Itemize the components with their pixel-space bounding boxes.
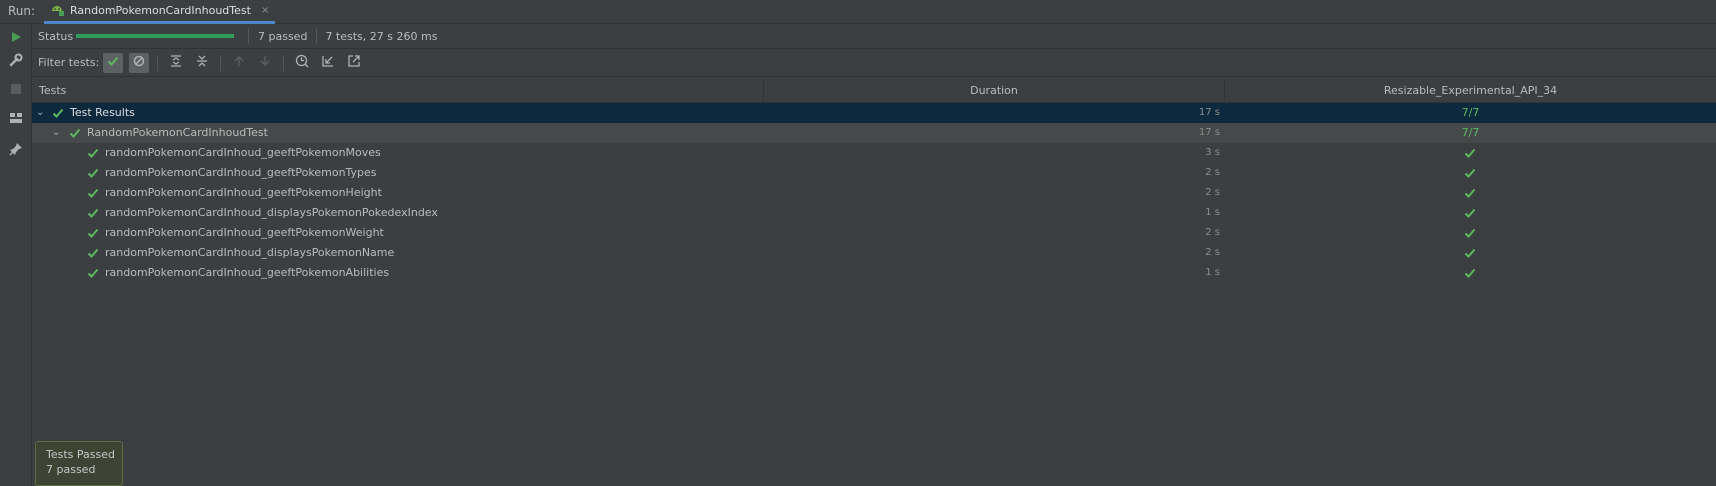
results-table-header: Tests Duration Resizable_Experimental_AP…: [32, 80, 1716, 103]
device-result: 7/7: [1461, 106, 1480, 119]
test-name: randomPokemonCardInhoud_geeftPokemonAbil…: [105, 266, 390, 279]
check-icon: [87, 243, 99, 263]
toolbar-separator: [220, 54, 222, 71]
test-name: randomPokemonCardInhoud_displaysPokemonN…: [105, 246, 395, 259]
pass-check-icon: [1464, 163, 1476, 183]
tree-row-label: RandomPokemonCardInhoudTest: [87, 126, 268, 139]
export-icon: [348, 55, 360, 70]
import-icon: [322, 55, 334, 70]
notification-title: Tests Passed: [46, 448, 115, 461]
tree-row-suite[interactable]: ⌄ RandomPokemonCardInhoudTest 17 s 7/7: [32, 123, 1716, 143]
wrench-icon[interactable]: [8, 52, 24, 68]
duration-value: 17 s: [1198, 107, 1220, 118]
duration-value: 2 s: [1205, 187, 1220, 198]
check-icon: [87, 143, 99, 163]
check-icon: [69, 123, 81, 143]
arrow-up-icon: [233, 55, 245, 70]
arrow-down-icon: [259, 55, 271, 70]
pass-check-icon: [1464, 263, 1476, 283]
device-result: 7/7: [1461, 126, 1480, 139]
check-icon: [87, 183, 99, 203]
column-header-device[interactable]: Resizable_Experimental_API_34: [1225, 80, 1716, 102]
tree-row-test[interactable]: randomPokemonCardInhoud_displaysPokemonP…: [32, 203, 1716, 223]
column-header-duration[interactable]: Duration: [764, 80, 1224, 102]
pass-check-icon: [1464, 203, 1476, 223]
check-icon: [87, 203, 99, 223]
tree-row-label: Test Results: [70, 106, 135, 119]
test-name: randomPokemonCardInhoud_geeftPokemonType…: [105, 166, 377, 179]
ignored-icon: [133, 55, 145, 70]
duration-value: 3 s: [1205, 147, 1220, 158]
tree-row-test[interactable]: randomPokemonCardInhoud_geeftPokemonWeig…: [32, 223, 1716, 243]
progress-fill: [76, 34, 234, 38]
layout-icon[interactable]: [8, 110, 24, 126]
duration-value: 1 s: [1205, 267, 1220, 278]
left-toolbar: [0, 24, 32, 486]
pass-check-icon: [1464, 183, 1476, 203]
check-icon: [52, 103, 64, 123]
show-passed-toggle[interactable]: [103, 52, 124, 73]
rerun-icon[interactable]: [8, 29, 24, 45]
tree-row-test[interactable]: randomPokemonCardInhoud_geeftPokemonType…: [32, 163, 1716, 183]
toolbar-separator: [157, 54, 159, 71]
test-name: randomPokemonCardInhoud_displaysPokemonP…: [105, 206, 438, 219]
show-ignored-toggle[interactable]: [129, 52, 150, 73]
duration-value: 2 s: [1205, 167, 1220, 178]
check-icon: [87, 223, 99, 243]
check-icon: [107, 55, 119, 70]
pin-icon[interactable]: [8, 141, 24, 157]
column-header-tests[interactable]: Tests: [39, 80, 66, 102]
next-failed-button[interactable]: [255, 53, 275, 73]
pass-check-icon: [1464, 143, 1476, 163]
tree-row-test[interactable]: randomPokemonCardInhoud_displaysPokemonN…: [32, 243, 1716, 263]
tree-row-test[interactable]: randomPokemonCardInhoud_geeftPokemonHeig…: [32, 183, 1716, 203]
notification-body: 7 passed: [46, 463, 96, 476]
check-icon: [87, 263, 99, 283]
filter-label: Filter tests:: [38, 56, 100, 69]
pass-check-icon: [1464, 243, 1476, 263]
expand-all-icon: [170, 55, 182, 70]
test-name: randomPokemonCardInhoud_geeftPokemonHeig…: [105, 186, 382, 199]
tab-run-configuration[interactable]: RandomPokemonCardInhoudTest ×: [44, 0, 276, 24]
tests-passed-notification[interactable]: Tests Passed 7 passed: [35, 441, 123, 486]
tree-row-test-results[interactable]: ⌄ Test Results 17 s 7/7: [32, 103, 1716, 123]
tests-summary: 7 tests, 27 s 260 ms: [325, 29, 438, 43]
divider: [316, 28, 318, 44]
toolbar-separator: [283, 54, 285, 71]
expand-all-button[interactable]: [166, 53, 186, 73]
duration-value: 1 s: [1205, 207, 1220, 218]
collapse-all-button[interactable]: [192, 53, 212, 73]
test-history-button[interactable]: [292, 53, 312, 73]
pass-check-icon: [1464, 223, 1476, 243]
close-icon[interactable]: ×: [261, 5, 269, 16]
status-label: Status: [38, 29, 74, 43]
import-tests-button[interactable]: [318, 53, 338, 73]
status-bar: Status 7 passed 7 tests, 27 s 260 ms: [32, 24, 1716, 49]
tab-title: RandomPokemonCardInhoudTest: [70, 4, 251, 17]
previous-failed-button[interactable]: [229, 53, 249, 73]
export-tests-button[interactable]: [344, 53, 364, 73]
history-clock-icon: [295, 54, 309, 71]
duration-value: 2 s: [1205, 227, 1220, 238]
duration-value: 17 s: [1198, 127, 1220, 138]
duration-value: 2 s: [1205, 247, 1220, 258]
progress-bar: [76, 34, 234, 38]
tree-row-test[interactable]: randomPokemonCardInhoud_geeftPokemonMove…: [32, 143, 1716, 163]
test-name: randomPokemonCardInhoud_geeftPokemonWeig…: [105, 226, 384, 239]
divider: [248, 28, 249, 44]
passed-count: 7 passed: [258, 29, 308, 43]
test-name: randomPokemonCardInhoud_geeftPokemonMove…: [105, 146, 381, 159]
tree-row-test[interactable]: randomPokemonCardInhoud_geeftPokemonAbil…: [32, 263, 1716, 283]
collapse-all-icon: [196, 55, 208, 70]
chevron-down-icon[interactable]: ⌄: [36, 103, 44, 123]
chevron-down-icon[interactable]: ⌄: [52, 123, 60, 143]
filter-toolbar: Filter tests:: [32, 49, 1716, 77]
android-test-icon: [50, 2, 64, 19]
run-label: Run:: [8, 4, 36, 18]
stop-icon[interactable]: [8, 81, 24, 97]
check-icon: [87, 163, 99, 183]
run-toolwindow-header: Run: RandomPokemonCardInhoudTest ×: [0, 0, 1716, 24]
